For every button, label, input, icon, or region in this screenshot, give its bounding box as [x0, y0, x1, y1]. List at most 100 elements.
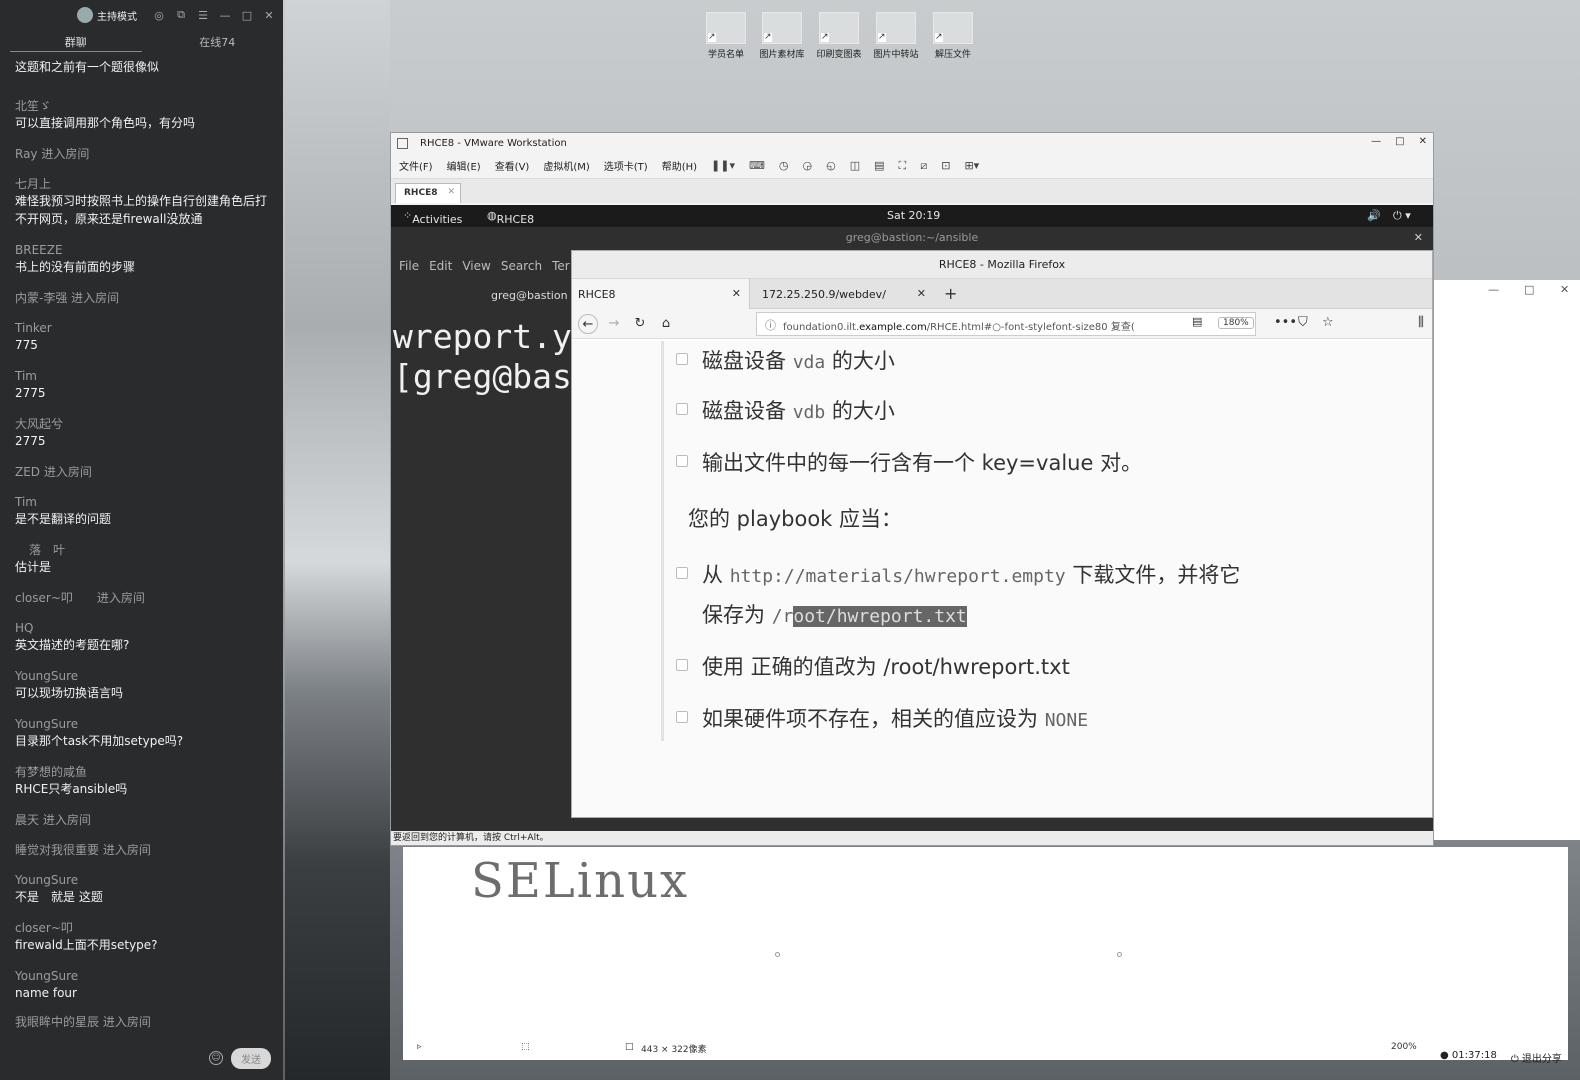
menu-file[interactable]: File [399, 259, 419, 273]
host-mode-toggle[interactable]: 主持模式 [77, 7, 137, 23]
settings-icon[interactable]: ◎ [153, 9, 165, 22]
desktop-shortcut[interactable]: ↗ 图片素材库 [756, 12, 808, 60]
checkbox[interactable] [676, 659, 688, 671]
checkbox[interactable] [676, 567, 688, 579]
gnome-activities[interactable]: ⁘ Activities [403, 209, 462, 226]
pocket-icon[interactable]: ⛉ [1298, 315, 1308, 330]
menu-edit[interactable]: 编辑(E) [447, 158, 481, 173]
reload-icon[interactable]: ↻ [630, 314, 650, 334]
chat-topbar: 主持模式 ◎ ⧉ ☰ — □ ✕ [0, 0, 283, 30]
checklist-item-continued: 保存为 /root/hwreport.txt [702, 603, 967, 627]
minimize-icon[interactable]: — [1488, 283, 1499, 296]
site-info-icon[interactable]: ⓘ [765, 317, 776, 333]
emoji-icon[interactable]: ☺ [209, 1051, 223, 1065]
chat-message: closer~叩 firewald上面不用setype? [15, 920, 275, 954]
tab-webdev[interactable]: 172.25.250.9/webdev/ ✕ [756, 279, 934, 309]
handle-dot[interactable] [1117, 952, 1122, 957]
desktop-shortcut[interactable]: ↗ 印刷变图表 [813, 12, 865, 60]
chat-message: 大风起兮 2775 [15, 416, 275, 450]
tab-rhce8[interactable]: RHCE8 ✕ [572, 279, 750, 309]
menu-view[interactable]: 查看(V) [495, 158, 530, 173]
zoom-reset-button[interactable]: 180% [1218, 317, 1254, 329]
selection-icon[interactable]: ⬚ [521, 1042, 530, 1052]
desktop-shortcut[interactable]: ↗ 学员名单 [700, 12, 752, 60]
page-actions-icon[interactable]: ••• [1274, 315, 1297, 330]
menu-file[interactable]: 文件(F) [399, 158, 433, 173]
desktop-shortcut[interactable]: ↗ 解压文件 [927, 12, 979, 60]
tab-group-chat[interactable]: 群聊 [10, 30, 142, 52]
close-tab-icon[interactable]: ✕ [447, 187, 455, 197]
menu-icon[interactable]: ☰ [197, 9, 209, 22]
forward-icon[interactable]: → [604, 314, 624, 334]
send-keys-icon[interactable]: ⌨ [749, 159, 765, 172]
menu-search[interactable]: Search [501, 259, 542, 273]
shortcut-label: 印刷变图表 [816, 50, 862, 60]
checkbox[interactable] [676, 455, 688, 467]
handle-dot[interactable] [775, 952, 780, 957]
menu-terminal[interactable]: Ter [552, 259, 570, 273]
pointer-icon[interactable]: ▹ [417, 1042, 422, 1052]
reader-view-icon[interactable]: ▤ [1192, 315, 1202, 328]
popout-icon[interactable]: ⧉ [175, 8, 187, 22]
terminal-icon[interactable]: ⊡ [941, 159, 950, 172]
terminal-title: greg@bastion:~/ansible [845, 231, 979, 244]
menu-tabs[interactable]: 选项卡(T) [604, 158, 648, 173]
maximize-icon[interactable]: □ [1524, 283, 1534, 296]
terminal-tab[interactable]: greg@bastion [491, 289, 568, 302]
gnome-clock[interactable]: Sat 20:19 [887, 209, 940, 222]
menu-view[interactable]: View [462, 259, 490, 273]
library-icon[interactable]: ⫼ [1418, 315, 1424, 330]
gnome-app-menu[interactable]: ◍ RHCE8 - Mozilla Firefox ▾ [487, 209, 535, 278]
folder-icon: ↗ [819, 12, 859, 44]
back-icon[interactable]: ← [578, 314, 598, 334]
checkbox[interactable] [676, 711, 688, 723]
checkbox[interactable] [676, 403, 688, 415]
exit-share-button[interactable]: ⏻ 退出分享 [1511, 1050, 1562, 1065]
menu-edit[interactable]: Edit [429, 259, 452, 273]
minimize-icon[interactable]: — [219, 9, 231, 22]
url-bar[interactable]: ⓘ foundation0.ilt.example.com/RHCE.html#… [756, 312, 1256, 336]
snapshot-icon[interactable]: ◷ [779, 159, 789, 172]
volume-icon[interactable]: 🔊 [1367, 209, 1381, 222]
tab-rhce8[interactable]: RHCE8 ✕ [395, 183, 461, 203]
close-tab-icon[interactable]: ✕ [732, 287, 741, 300]
bookmark-star-icon[interactable]: ☆ [1322, 315, 1334, 330]
power-icon[interactable]: ⏻ ▾ [1393, 209, 1411, 223]
close-icon[interactable]: ✕ [1414, 227, 1423, 249]
page-content[interactable]: 磁盘设备 vda 的大小 磁盘设备 vdb 的大小 输出文件中的每一行含有一个 … [572, 341, 1432, 817]
new-tab-button[interactable]: + [944, 284, 957, 303]
message-text: 775 [15, 338, 38, 352]
checkbox[interactable] [676, 353, 688, 365]
message-user: 我眼眸中的星辰 进入房间 [15, 1015, 151, 1029]
tab-online[interactable]: 在线74 [152, 30, 284, 52]
menu-help[interactable]: 帮助(H) [662, 158, 697, 173]
library-icon[interactable]: ◫ [850, 159, 860, 172]
unity-icon[interactable]: ⧄ [920, 159, 927, 173]
send-button[interactable]: 发送 [231, 1047, 271, 1069]
message-user: 有梦想的咸鱼 [15, 765, 88, 779]
selected-text[interactable]: oot/hwreport.txt [793, 606, 967, 627]
firefox-titlebar: RHCE8 - Mozilla Firefox [572, 251, 1432, 279]
view-options-icon[interactable]: ⊞▾ [964, 159, 979, 172]
home-icon[interactable]: ⌂ [656, 314, 676, 334]
maximize-icon[interactable]: □ [241, 9, 253, 22]
close-icon[interactable]: ✕ [1560, 283, 1569, 296]
minimize-icon[interactable]: — [1371, 136, 1381, 147]
maximize-icon[interactable]: □ [1395, 136, 1404, 147]
close-icon[interactable]: ✕ [1419, 136, 1427, 147]
message-user: Ray 进入房间 [15, 147, 90, 161]
selinux-heading: SELinux [471, 853, 690, 909]
section-rail [661, 341, 664, 741]
close-tab-icon[interactable]: ✕ [917, 287, 926, 300]
restore-snapshot-icon[interactable]: ◶ [803, 159, 813, 172]
message-text: 可以直接调用那个角色吗，有分吗 [15, 116, 196, 130]
taskbar-tray: ● 01:37:18 ⏻ 退出分享 [1440, 1050, 1562, 1065]
close-icon[interactable]: ✕ [263, 9, 275, 22]
menu-vm[interactable]: 虚拟机(M) [543, 158, 589, 173]
desktop-shortcut[interactable]: ↗ 图片中转站 [870, 12, 922, 60]
pause-icon[interactable]: ❚❚▾ [711, 159, 735, 172]
fullscreen-icon[interactable]: ⛶ [899, 159, 907, 173]
console-icon[interactable]: ▤ [874, 159, 884, 172]
manage-snapshots-icon[interactable]: ◵ [826, 159, 836, 172]
chat-message: Tim 2775 [15, 368, 275, 402]
